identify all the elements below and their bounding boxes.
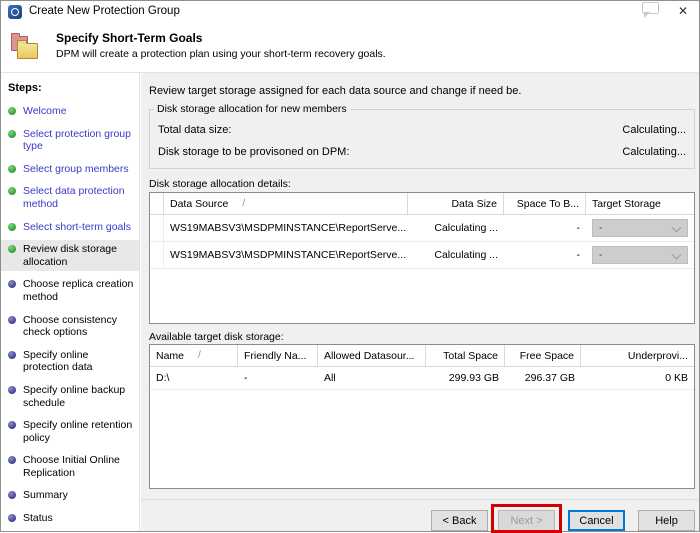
step-pending-bullet-icon xyxy=(8,385,16,394)
available-header-friendly-name[interactable]: Friendly Na... xyxy=(238,345,318,367)
feedback-bubble-icon[interactable] xyxy=(642,2,659,18)
next-button[interactable]: Next > xyxy=(498,510,555,531)
friendly-name-cell: - xyxy=(244,372,248,384)
sidebar-item-choose-initial-online-replication: Choose Initial Online Replication xyxy=(1,451,139,482)
target-storage-dropdown[interactable]: - xyxy=(592,246,688,264)
sort-ascending-icon: / xyxy=(198,350,201,361)
available-header-allowed-datasources[interactable]: Allowed Datasour... xyxy=(318,345,426,367)
provisioned-storage-value: Calculating... xyxy=(622,146,686,158)
step-done-bullet-icon xyxy=(8,164,16,173)
protection-group-folder-icon xyxy=(11,33,39,60)
total-space-cell: 299.93 GB xyxy=(448,372,499,384)
sidebar-item-summary: Summary xyxy=(1,486,139,505)
sidebar-item-choose-replica-creation-method: Choose replica creation method xyxy=(1,275,139,306)
sidebar-item-select-protection-group-type[interactable]: Select protection group type xyxy=(1,125,139,156)
details-header-spacer xyxy=(150,193,164,215)
footer-divider xyxy=(141,499,699,500)
target-storage-dropdown[interactable]: - xyxy=(592,219,688,237)
data-source-cell: WS19MABSV3\MSDPMINSTANCE\ReportServe... xyxy=(170,222,407,234)
data-size-cell: Calculating ... xyxy=(434,249,498,261)
details-header-data-source[interactable]: Data Source / xyxy=(164,193,408,215)
sidebar-item-select-data-protection-method[interactable]: Select data protection method xyxy=(1,182,139,213)
volume-name-cell: D:\ xyxy=(156,372,170,384)
step-pending-bullet-icon xyxy=(8,421,16,430)
underprovisioned-cell: 0 KB xyxy=(665,372,688,384)
groupbox-legend: Disk storage allocation for new members xyxy=(157,103,347,115)
step-pending-bullet-icon xyxy=(8,350,16,359)
page-subtitle: DPM will create a protection plan using … xyxy=(56,48,386,60)
sidebar-item-specify-online-protection-data: Specify online protection data xyxy=(1,346,139,377)
sidebar-item-specify-online-retention-policy: Specify online retention policy xyxy=(1,416,139,447)
space-to-b-cell: - xyxy=(576,222,581,234)
provisioned-storage-label: Disk storage to be provisoned on DPM: xyxy=(158,146,350,158)
chevron-down-icon xyxy=(671,249,682,260)
cancel-button[interactable]: Cancel xyxy=(568,510,625,531)
disk-allocation-details-table: Data Source / Data Size Space To B... Ta… xyxy=(149,192,695,324)
window-title: Create New Protection Group xyxy=(29,5,180,17)
chevron-down-icon xyxy=(671,222,682,233)
close-icon[interactable]: ✕ xyxy=(675,3,691,19)
dpm-app-icon xyxy=(8,5,22,19)
total-data-size-label: Total data size: xyxy=(158,124,232,136)
intro-text: Review target storage assigned for each … xyxy=(149,85,522,97)
allowed-datasources-cell: All xyxy=(324,372,336,384)
page-title: Specify Short-Term Goals xyxy=(56,31,203,45)
details-header-data-size[interactable]: Data Size xyxy=(408,193,504,215)
table-row[interactable]: D:\ - All 299.93 GB 296.37 GB 0 KB xyxy=(150,367,694,390)
table-row[interactable]: WS19MABSV3\MSDPMINSTANCE\ReportServe... … xyxy=(150,242,694,269)
help-button[interactable]: Help xyxy=(638,510,695,531)
step-pending-bullet-icon xyxy=(8,315,16,324)
available-table-header: Name / Friendly Na... Allowed Datasour..… xyxy=(150,345,694,367)
space-to-b-cell: - xyxy=(576,249,581,261)
step-pending-bullet-icon xyxy=(8,514,16,523)
details-table-label: Disk storage allocation details: xyxy=(149,178,291,190)
table-row[interactable]: WS19MABSV3\MSDPMINSTANCE\ReportServe... … xyxy=(150,215,694,242)
available-header-underprovisioned[interactable]: Underprovi... xyxy=(581,345,694,367)
step-done-bullet-icon xyxy=(8,187,16,196)
step-done-bullet-icon xyxy=(8,107,16,115)
main-content: Review target storage assigned for each … xyxy=(141,73,699,533)
sidebar-item-select-short-term-goals[interactable]: Select short-term goals xyxy=(1,218,139,237)
details-header-target-storage[interactable]: Target Storage xyxy=(586,193,694,215)
disk-allocation-groupbox: Disk storage allocation for new members … xyxy=(149,103,695,169)
available-header-total-space[interactable]: Total Space xyxy=(426,345,505,367)
steps-sidebar: Steps: Welcome Select protection group t… xyxy=(1,73,140,531)
sidebar-item-choose-consistency-check-options: Choose consistency check options xyxy=(1,311,139,342)
available-target-disk-storage-table: Name / Friendly Na... Allowed Datasour..… xyxy=(149,344,695,489)
data-size-cell: Calculating ... xyxy=(434,222,498,234)
sort-ascending-icon: / xyxy=(242,198,246,209)
step-pending-bullet-icon xyxy=(8,280,16,289)
step-pending-bullet-icon xyxy=(8,491,16,500)
details-header-space-to-b[interactable]: Space To B... xyxy=(504,193,586,215)
steps-heading: Steps: xyxy=(8,82,42,94)
wizard-header: Specify Short-Term Goals DPM will create… xyxy=(1,23,699,73)
back-button[interactable]: < Back xyxy=(431,510,488,531)
sidebar-item-welcome[interactable]: Welcome xyxy=(1,102,139,121)
data-source-cell: WS19MABSV3\MSDPMINSTANCE\ReportServe... xyxy=(170,249,407,261)
total-data-size-value: Calculating... xyxy=(622,124,686,136)
sidebar-item-review-disk-storage-allocation[interactable]: Review disk storage allocation xyxy=(1,240,139,272)
step-pending-bullet-icon xyxy=(8,456,16,465)
sidebar-item-status: Status xyxy=(1,509,139,528)
details-table-header: Data Source / Data Size Space To B... Ta… xyxy=(150,193,694,215)
sidebar-item-specify-online-backup-schedule: Specify online backup schedule xyxy=(1,381,139,412)
available-storage-label: Available target disk storage: xyxy=(149,331,284,343)
step-done-bullet-icon xyxy=(8,245,16,254)
title-bar[interactable]: Create New Protection Group ✕ xyxy=(1,1,699,23)
available-header-free-space[interactable]: Free Space xyxy=(505,345,581,367)
available-header-name[interactable]: Name / xyxy=(150,345,238,367)
sidebar-item-select-group-members[interactable]: Select group members xyxy=(1,160,139,179)
free-space-cell: 296.37 GB xyxy=(524,372,575,384)
step-done-bullet-icon xyxy=(8,222,16,231)
step-done-bullet-icon xyxy=(8,129,16,138)
